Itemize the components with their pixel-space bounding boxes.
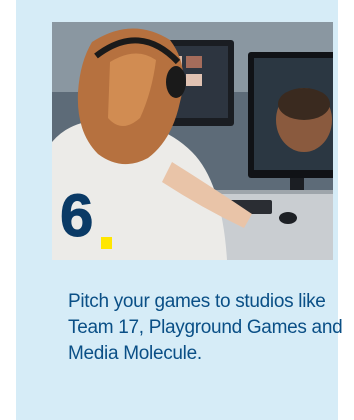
step-number: 6 bbox=[59, 185, 112, 249]
step-number-text: 6 bbox=[59, 182, 93, 249]
step-number-dot bbox=[101, 237, 112, 249]
photo-student-at-computer bbox=[52, 22, 333, 260]
feature-card: 6 Pitch your games to studios like Team … bbox=[16, 0, 343, 420]
card-caption: Pitch your games to studios like Team 17… bbox=[68, 291, 343, 364]
